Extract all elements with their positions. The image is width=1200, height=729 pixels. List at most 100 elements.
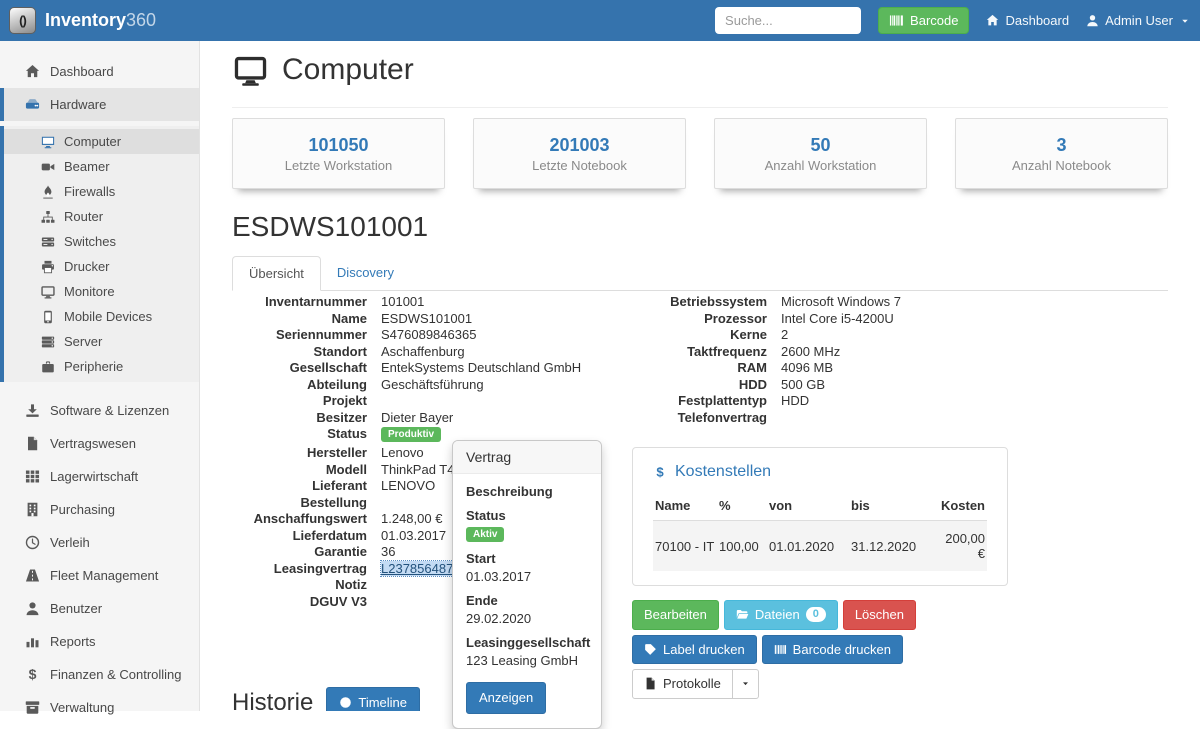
files-button[interactable]: Dateien0 [724,600,838,630]
protocols-button[interactable]: Protokolle [632,669,733,699]
asset-title: ESDWS101001 [232,211,428,243]
switch-icon [41,235,55,249]
sidebar-item-label: Beamer [64,159,110,174]
sidebar-item-software-lizenzen[interactable]: Software & Lizenzen [0,394,199,427]
details-right-column: BetriebssystemMicrosoft Windows 7 Prozes… [632,294,1008,704]
stat-value: 3 [1056,135,1066,156]
svg-text:$: $ [29,667,37,682]
stat-label: Letzte Notebook [532,158,627,173]
file-icon [25,436,40,451]
sidebar-item-peripherie[interactable]: Peripherie [4,354,199,379]
sidebar-item-verwaltung[interactable]: Verwaltung [0,691,199,724]
contract-status-badge: Aktiv [466,527,504,542]
sidebar-item-mobile-devices[interactable]: Mobile Devices [4,304,199,329]
search-input[interactable] [715,7,861,34]
stat-cards: 101050 Letzte Workstation 201003 Letzte … [232,118,1168,189]
mobile-icon [41,310,55,324]
sidebar-item-fleet-management[interactable]: Fleet Management [0,559,199,592]
sidebar-item-reports[interactable]: Reports [0,625,199,658]
sidebar-item-label: Verwaltung [50,700,114,715]
sidebar-item-hardware[interactable]: Hardware [0,88,199,121]
sidebar-item-monitore[interactable]: Monitore [4,279,199,304]
sidebar-item-finanzen-controlling[interactable]: $ Finanzen & Controlling [0,658,199,691]
label-print-button[interactable]: Label drucken [632,635,757,665]
detail-row: FestplattentypHDD [632,393,1008,410]
leasing-contract-link[interactable]: L237856487 [381,561,453,576]
protocols-dropdown-toggle[interactable] [732,669,759,699]
sidebar-item-dashboard[interactable]: Dashboard [0,55,199,88]
sidebar-item-label: Finanzen & Controlling [50,667,182,682]
detail-row: Projekt [232,393,632,410]
detail-row: BetriebssystemMicrosoft Windows 7 [632,294,1008,311]
history-section: Historie Timeline [232,687,420,711]
sidebar: Dashboard Hardware Computer Beamer Firew… [0,41,200,711]
sidebar-item-vertragswesen[interactable]: Vertragswesen [0,427,199,460]
sidebar-item-label: Software & Lizenzen [50,403,169,418]
sidebar-item-label: Firewalls [64,184,115,199]
sidebar-item-label: Benutzer [50,601,102,616]
stat-card-anzahl-notebook[interactable]: 3 Anzahl Notebook [955,118,1168,189]
popover-end-label: Ende [466,593,588,608]
popover-company-label: Leasinggesellschaft [466,635,588,650]
column-header: % [717,492,767,521]
sidebar-item-verleih[interactable]: Verleih [0,526,199,559]
sidebar-item-firewalls[interactable]: Firewalls [4,179,199,204]
kostenstellen-title: $ Kostenstellen [653,463,987,481]
edit-button[interactable]: Bearbeiten [632,600,719,630]
sidebar-item-drucker[interactable]: Drucker [4,254,199,279]
detail-row: Inventarnummer101001 [232,294,632,311]
bar-chart-icon [25,634,40,649]
video-camera-icon [41,160,55,174]
clock-icon [25,535,40,550]
status-badge: Produktiv [381,427,441,442]
barcode-button[interactable]: Barcode [878,7,969,34]
column-header: Kosten [935,492,987,521]
brand-title: Inventory360 [45,10,156,31]
stat-label: Anzahl Notebook [1012,158,1111,173]
sidebar-item-computer[interactable]: Computer [4,129,199,154]
sidebar-item-purchasing[interactable]: Purchasing [0,493,199,526]
detail-row: Taktfrequenz2600 MHz [632,344,1008,361]
caret-down-icon [1180,16,1190,26]
column-header: Name [653,492,717,521]
column-header: von [767,492,849,521]
vertrag-popover: Vertrag Beschreibung Status Aktiv Start … [452,440,602,729]
user-menu[interactable]: Admin User [1086,13,1190,28]
popover-description-label: Beschreibung [466,484,588,499]
sidebar-item-lagerwirtschaft[interactable]: Lagerwirtschaft [0,460,199,493]
barcode-print-button[interactable]: Barcode drucken [762,635,903,665]
top-navbar: () Inventory360 Barcode Dashboard Admin … [0,0,1200,41]
timeline-button[interactable]: Timeline [326,687,420,711]
sidebar-item-benutzer[interactable]: Benutzer [0,592,199,625]
nav-dashboard-link[interactable]: Dashboard [986,13,1069,28]
show-contract-button[interactable]: Anzeigen [466,682,546,714]
brand[interactable]: () Inventory360 [0,7,156,34]
detail-row: GesellschaftEntekSystems Deutschland Gmb… [232,360,632,377]
barcode-icon [774,643,787,656]
sidebar-item-server[interactable]: Server [4,329,199,354]
cell-bis: 31.12.2020 [849,521,935,572]
detail-row: StandortAschaffenburg [232,344,632,361]
sidebar-item-label: Reports [50,634,96,649]
sidebar-item-beamer[interactable]: Beamer [4,154,199,179]
sidebar-item-switches[interactable]: Switches [4,229,199,254]
sidebar-item-router[interactable]: Router [4,204,199,229]
sidebar-item-label: Vertragswesen [50,436,136,451]
stat-card-letzte-notebook[interactable]: 201003 Letzte Notebook [473,118,686,189]
user-menu-label: Admin User [1105,13,1173,28]
detail-row: SeriennummerS476089846365 [232,327,632,344]
detail-row: Kerne2 [632,327,1008,344]
delete-button[interactable]: Löschen [843,600,916,630]
cell-name: 70100 - IT [653,521,717,572]
tab-uebersicht[interactable]: Übersicht [232,256,321,291]
action-buttons: Bearbeiten Dateien0 Löschen Label drucke… [632,600,1008,699]
stat-card-anzahl-workstation[interactable]: 50 Anzahl Workstation [714,118,927,189]
detail-row: BesitzerDieter Bayer [232,410,632,427]
sidebar-item-label: Server [64,334,102,349]
tab-discovery[interactable]: Discovery [321,256,410,291]
sidebar-item-label: Switches [64,234,116,249]
user-icon [25,601,40,616]
stat-card-letzte-workstation[interactable]: 101050 Letzte Workstation [232,118,445,189]
table-row: 70100 - IT 100,00 01.01.2020 31.12.2020 … [653,521,987,572]
desktop-icon [41,135,55,149]
